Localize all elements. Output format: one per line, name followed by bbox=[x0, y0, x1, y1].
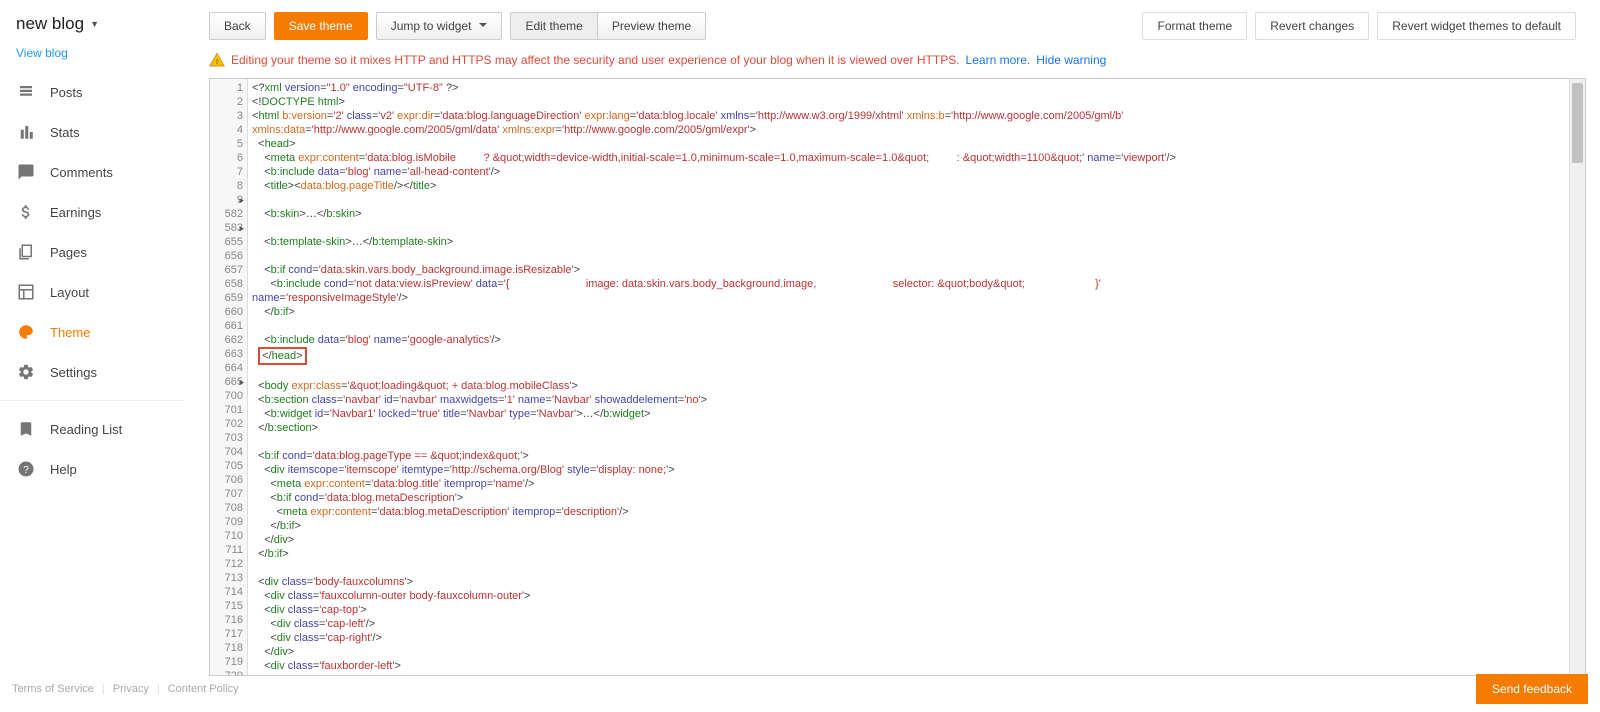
editor-gutter: 123456789▸582583▸65565665765865966066166… bbox=[210, 79, 248, 675]
sidebar-item-stats[interactable]: Stats bbox=[0, 112, 185, 152]
help-icon: ? bbox=[16, 459, 36, 479]
edit-theme-tab[interactable]: Edit theme bbox=[510, 12, 597, 40]
warning-icon: ! bbox=[209, 52, 225, 68]
sidebar-item-label: Comments bbox=[50, 165, 113, 180]
bookmark-icon bbox=[16, 419, 36, 439]
toolbar: Back Save theme Jump to widget Edit them… bbox=[185, 0, 1600, 48]
terms-link[interactable]: Terms of Service bbox=[12, 683, 94, 695]
sidebar-item-label: Reading List bbox=[50, 422, 122, 437]
editor-code-area[interactable]: <?xml version="1.0" encoding="UTF-8" ?><… bbox=[248, 79, 1569, 675]
theme-view-tabs: Edit theme Preview theme bbox=[510, 12, 706, 40]
revert-widget-themes-button[interactable]: Revert widget themes to default bbox=[1377, 12, 1576, 40]
save-theme-button[interactable]: Save theme bbox=[274, 12, 368, 40]
sidebar-item-label: Settings bbox=[50, 365, 97, 380]
caret-down-icon: ▼ bbox=[90, 19, 99, 29]
scrollbar-thumb[interactable] bbox=[1572, 83, 1583, 163]
sidebar-item-label: Theme bbox=[50, 325, 90, 340]
sidebar-item-settings[interactable]: Settings bbox=[0, 352, 185, 392]
sidebar-item-layout[interactable]: Layout bbox=[0, 272, 185, 312]
sidebar-item-label: Help bbox=[50, 462, 77, 477]
dollar-icon bbox=[16, 202, 36, 222]
layout-icon bbox=[16, 282, 36, 302]
sidebar-item-label: Posts bbox=[50, 85, 83, 100]
hide-warning-link[interactable]: Hide warning bbox=[1036, 53, 1106, 67]
theme-icon bbox=[16, 322, 36, 342]
sidebar-item-label: Pages bbox=[50, 245, 87, 260]
preview-theme-tab[interactable]: Preview theme bbox=[597, 12, 706, 40]
stats-icon bbox=[16, 122, 36, 142]
warning-bar: ! Editing your theme so it mixes HTTP an… bbox=[185, 48, 1600, 78]
sidebar-item-label: Layout bbox=[50, 285, 89, 300]
revert-changes-button[interactable]: Revert changes bbox=[1255, 12, 1369, 40]
pages-icon bbox=[16, 242, 36, 262]
comments-icon bbox=[16, 162, 36, 182]
sidebar-item-theme[interactable]: Theme bbox=[0, 312, 185, 352]
warning-text: Editing your theme so it mixes HTTP and … bbox=[231, 53, 960, 67]
blog-title-text: new blog bbox=[16, 14, 84, 34]
format-theme-button[interactable]: Format theme bbox=[1142, 12, 1247, 40]
gear-icon bbox=[16, 362, 36, 382]
posts-icon bbox=[16, 82, 36, 102]
blog-title-dropdown[interactable]: new blog ▼ bbox=[0, 10, 185, 38]
privacy-link[interactable]: Privacy bbox=[113, 683, 149, 695]
svg-text:?: ? bbox=[23, 464, 29, 476]
sidebar-item-label: Earnings bbox=[50, 205, 101, 220]
footer: Terms of Service | Privacy | Content Pol… bbox=[0, 666, 1600, 712]
view-blog-link[interactable]: View blog bbox=[0, 38, 185, 72]
sidebar-item-posts[interactable]: Posts bbox=[0, 72, 185, 112]
sidebar: new blog ▼ View blog Posts Stats Comment… bbox=[0, 0, 185, 712]
code-editor[interactable]: 123456789▸582583▸65565665765865966066166… bbox=[209, 78, 1586, 676]
send-feedback-button[interactable]: Send feedback bbox=[1476, 674, 1588, 704]
sidebar-item-pages[interactable]: Pages bbox=[0, 232, 185, 272]
learn-more-link[interactable]: Learn more. bbox=[966, 53, 1031, 67]
sidebar-item-reading-list[interactable]: Reading List bbox=[0, 409, 185, 449]
svg-text:!: ! bbox=[216, 57, 218, 66]
vertical-scrollbar[interactable] bbox=[1569, 79, 1585, 675]
sidebar-divider bbox=[0, 400, 185, 401]
main-content: Back Save theme Jump to widget Edit them… bbox=[185, 0, 1600, 712]
sidebar-item-earnings[interactable]: Earnings bbox=[0, 192, 185, 232]
highlighted-close-head: </head> bbox=[258, 347, 306, 365]
sidebar-item-help[interactable]: ? Help bbox=[0, 449, 185, 489]
sidebar-item-comments[interactable]: Comments bbox=[0, 152, 185, 192]
content-policy-link[interactable]: Content Policy bbox=[168, 683, 239, 695]
sidebar-item-label: Stats bbox=[50, 125, 80, 140]
back-button[interactable]: Back bbox=[209, 12, 266, 40]
jump-to-widget-dropdown[interactable]: Jump to widget bbox=[376, 12, 503, 40]
